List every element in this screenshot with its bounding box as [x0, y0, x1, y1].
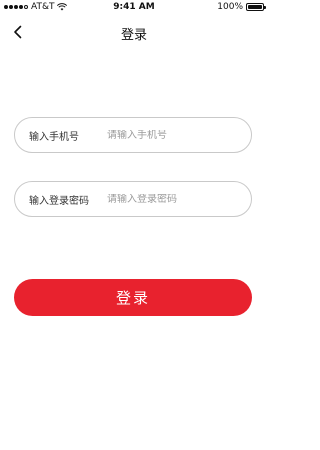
page-title: 登录	[120, 28, 147, 43]
battery-icon	[246, 3, 266, 11]
battery-percent: 100%	[217, 2, 243, 12]
phone-label: 输入手机号	[29, 131, 79, 143]
status-bar: AT&T 9:41 AM 100%	[0, 0, 268, 14]
phone-input[interactable]	[95, 129, 251, 141]
password-input[interactable]	[95, 193, 251, 205]
status-right: 100%	[217, 2, 266, 12]
nav-bar: 登录	[0, 14, 268, 50]
battery-fill	[248, 5, 262, 9]
phone-field: 输入手机号	[14, 117, 252, 153]
login-button[interactable]: 登录	[14, 279, 252, 316]
password-label: 输入登录密码	[29, 195, 89, 207]
password-field: 输入登录密码	[14, 181, 252, 217]
